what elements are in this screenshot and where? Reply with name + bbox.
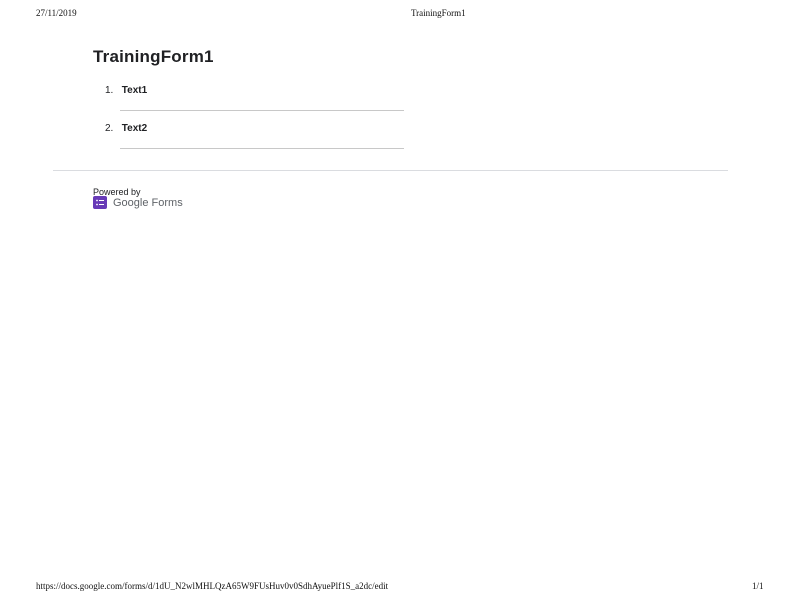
- print-header-date: 27/11/2019: [36, 8, 77, 18]
- google-forms-brand[interactable]: Google Forms: [93, 196, 183, 209]
- answer-field-1[interactable]: [120, 110, 404, 111]
- answer-field-2[interactable]: [120, 148, 404, 149]
- google-forms-wordmark: Google Forms: [113, 196, 183, 209]
- question-label: Text2: [121, 123, 148, 134]
- form-title: TrainingForm1: [93, 47, 214, 66]
- print-footer-page-number: 1/1: [752, 581, 764, 591]
- print-header-title: TrainingForm1: [411, 8, 466, 18]
- question-number: 1.: [105, 85, 114, 96]
- printed-form-page: 27/11/2019 TrainingForm1 TrainingForm1 1…: [0, 0, 800, 600]
- question-2: 2. Text2: [105, 123, 147, 134]
- google-forms-icon: [93, 196, 107, 209]
- section-divider: [53, 170, 728, 171]
- question-number: 2.: [105, 123, 114, 134]
- question-1: 1. Text1: [105, 85, 147, 96]
- question-label: Text1: [121, 85, 148, 96]
- print-footer-url: https://docs.google.com/forms/d/1dU_N2wl…: [36, 581, 389, 591]
